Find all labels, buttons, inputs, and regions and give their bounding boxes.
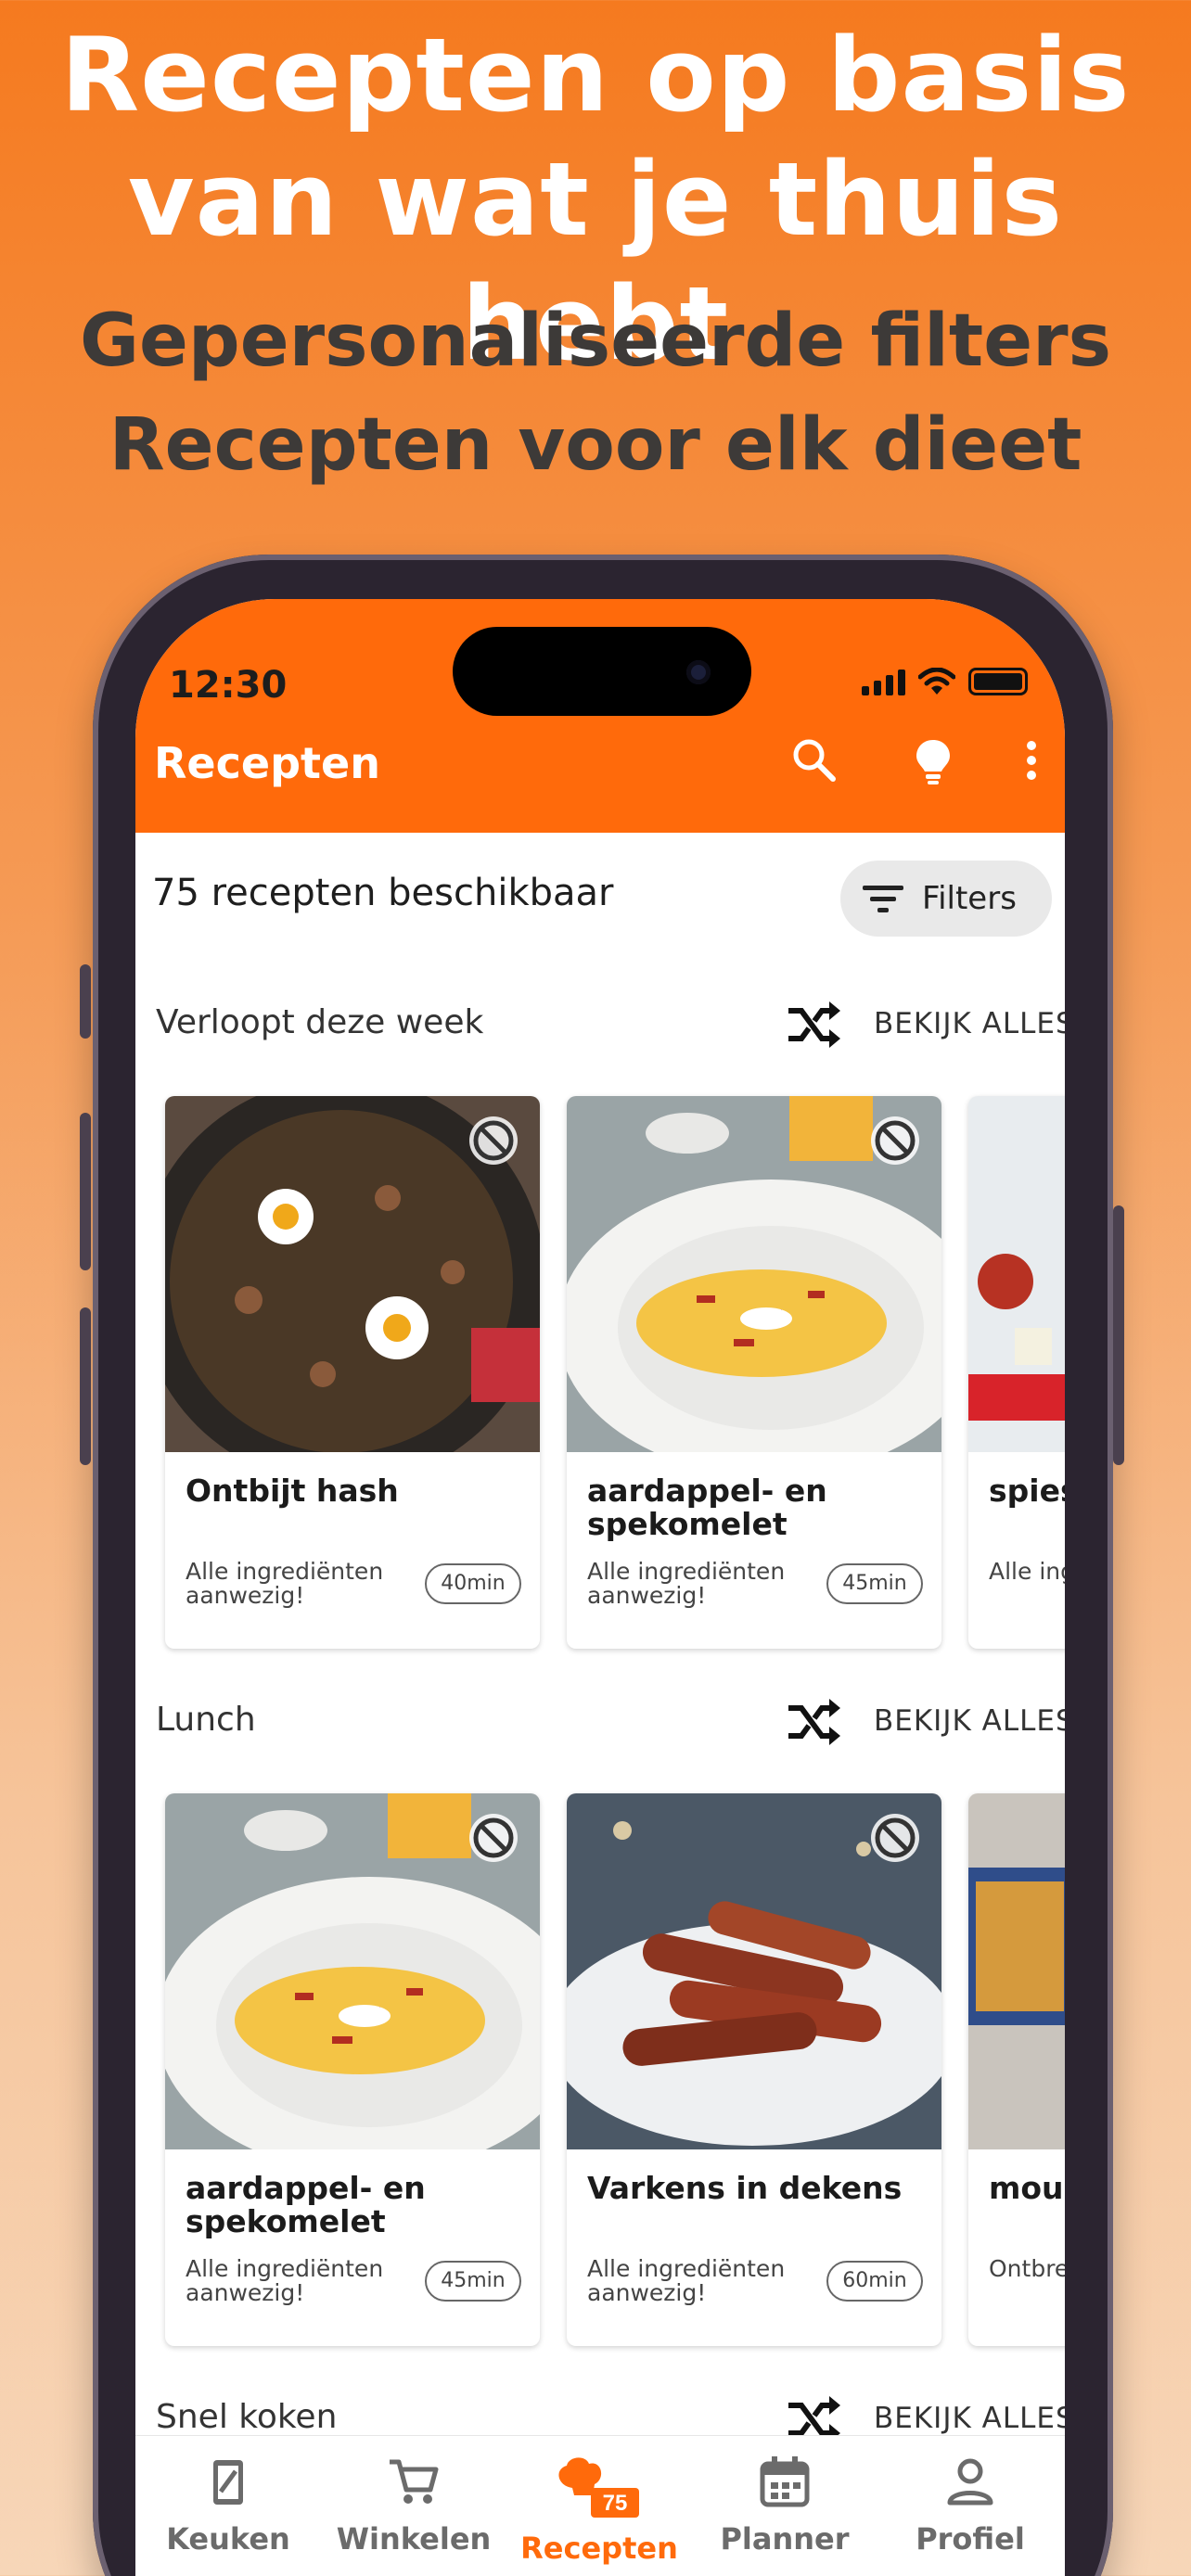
phone-volume-down-button xyxy=(80,1307,91,1465)
shuffle-icon[interactable] xyxy=(785,998,844,1053)
nav-label: Profiel xyxy=(916,2521,1025,2557)
promo-headline-line1: Recepten op basis xyxy=(60,16,1131,134)
recipe-availability: Alle ingrediënten aanwezig! xyxy=(587,1558,786,1609)
filters-label: Filters xyxy=(922,880,1017,917)
not-available-icon[interactable] xyxy=(869,1115,921,1167)
see-all-link[interactable]: BEKIJK ALLES xyxy=(874,2402,1065,2435)
nav-item-planner[interactable]: Planner xyxy=(692,2455,877,2557)
not-available-icon[interactable] xyxy=(467,1115,519,1167)
see-all-link[interactable]: BEKIJK ALLES xyxy=(874,1007,1065,1040)
recipe-time-badge: 40min xyxy=(425,1563,521,1604)
recipe-title: Varkens in dekens xyxy=(587,2170,903,2206)
summary-row: 75 recepten beschikbaar Filters xyxy=(135,833,1065,963)
recipes-icon: 75 xyxy=(558,2457,639,2518)
more-vert-icon[interactable] xyxy=(1020,734,1043,786)
section-header-expiring: Verloopt deze week BEKIJK ALLES xyxy=(135,988,1065,1063)
phone-mute-button xyxy=(80,964,91,1039)
wifi-icon xyxy=(918,668,955,695)
nav-label: Keuken xyxy=(166,2521,290,2557)
phone-power-button xyxy=(1113,1205,1124,1465)
recipe-title: mous xyxy=(989,2170,1065,2206)
profile-icon xyxy=(947,2458,993,2506)
promo-sub-line2: Recepten voor elk dieet xyxy=(109,403,1082,487)
app-title: Recepten xyxy=(154,738,380,788)
battery-icon xyxy=(968,668,1028,695)
section-header-lunch: Lunch BEKIJK ALLES xyxy=(135,1686,1065,1760)
signal-icon xyxy=(862,670,905,695)
filter-icon xyxy=(863,886,903,912)
recipe-card[interactable]: mous Ontbre parmez xyxy=(968,1793,1065,2346)
filters-button[interactable]: Filters xyxy=(840,861,1052,937)
nav-label: Recepten xyxy=(520,2531,678,2566)
phone-screen: 12:30 Recepten 75 recepten beschikbaar F… xyxy=(135,599,1065,2576)
section-title: Verloopt deze week xyxy=(156,1003,484,1041)
recipe-availability: Alle ingrediënten aanwezig! xyxy=(186,2255,384,2306)
nav-label: Winkelen xyxy=(336,2521,492,2557)
front-camera xyxy=(686,660,711,684)
not-available-icon[interactable] xyxy=(467,1812,519,1864)
nav-item-shopping[interactable]: Winkelen xyxy=(321,2455,506,2557)
promo-subheadline: Gepersonaliseerde filters Recepten voor … xyxy=(0,289,1191,497)
not-available-icon[interactable] xyxy=(869,1812,921,1864)
section-title: Lunch xyxy=(156,1701,256,1739)
nav-label: Planner xyxy=(720,2521,850,2557)
recipe-image-skewers xyxy=(968,1096,1065,1452)
recipe-count: 75 recepten beschikbaar xyxy=(152,872,614,914)
recipe-card[interactable]: aardappel- en spekomelet Alle ingrediënt… xyxy=(567,1096,941,1649)
recipe-card[interactable]: Varkens in dekens Alle ingrediënten aanw… xyxy=(567,1793,941,2346)
recipe-title: Ontbijt hash xyxy=(186,1473,399,1509)
phone-volume-up-button xyxy=(80,1113,91,1270)
search-icon[interactable] xyxy=(788,734,840,786)
nav-item-kitchen[interactable]: Keuken xyxy=(135,2455,321,2557)
recipe-time-badge: 45min xyxy=(425,2261,521,2302)
recipe-availability: Alle ingrediënten aanwezig! xyxy=(186,1558,384,1609)
shuffle-icon[interactable] xyxy=(785,1695,844,1751)
status-icons xyxy=(862,668,1028,695)
recipe-card[interactable]: aardappel- en spekomelet Alle ingrediënt… xyxy=(165,1793,540,2346)
section-title: Snel koken xyxy=(156,2398,338,2436)
recipe-card[interactable]: Ontbijt hash Alle ingrediënten aanwezig!… xyxy=(165,1096,540,1649)
recipe-card[interactable]: spies Alle ing xyxy=(968,1096,1065,1649)
recipe-time-badge: 45min xyxy=(826,1563,923,1604)
nav-item-profile[interactable]: Profiel xyxy=(877,2455,1063,2557)
bottom-nav: Keuken Winkelen 75 Recepten Planner Prof… xyxy=(135,2435,1065,2576)
recipe-title: aardappel- en spekomelet xyxy=(186,2170,426,2239)
recipe-image-moussaka xyxy=(968,1793,1065,2149)
recipe-availability: Alle ing xyxy=(989,1558,1065,1585)
status-time: 12:30 xyxy=(169,664,288,707)
lightbulb-icon[interactable] xyxy=(907,734,959,786)
nav-item-recipes[interactable]: 75 Recepten xyxy=(506,2455,692,2566)
kitchen-icon xyxy=(213,2460,243,2505)
nav-badge: 75 xyxy=(603,2491,628,2516)
app-bar: 12:30 Recepten xyxy=(135,599,1065,833)
recipe-title: spies xyxy=(989,1473,1065,1509)
recipe-availability: Alle ingrediënten aanwezig! xyxy=(587,2255,786,2306)
see-all-link[interactable]: BEKIJK ALLES xyxy=(874,1704,1065,1738)
recipe-availability: Ontbre parmez xyxy=(989,2255,1065,2282)
recipe-time-badge: 60min xyxy=(826,2261,923,2302)
cart-icon xyxy=(390,2459,439,2504)
calendar-icon xyxy=(760,2456,810,2507)
recipe-title: aardappel- en spekomelet xyxy=(587,1473,827,1542)
promo-sub-line1: Gepersonaliseerde filters xyxy=(80,300,1111,383)
